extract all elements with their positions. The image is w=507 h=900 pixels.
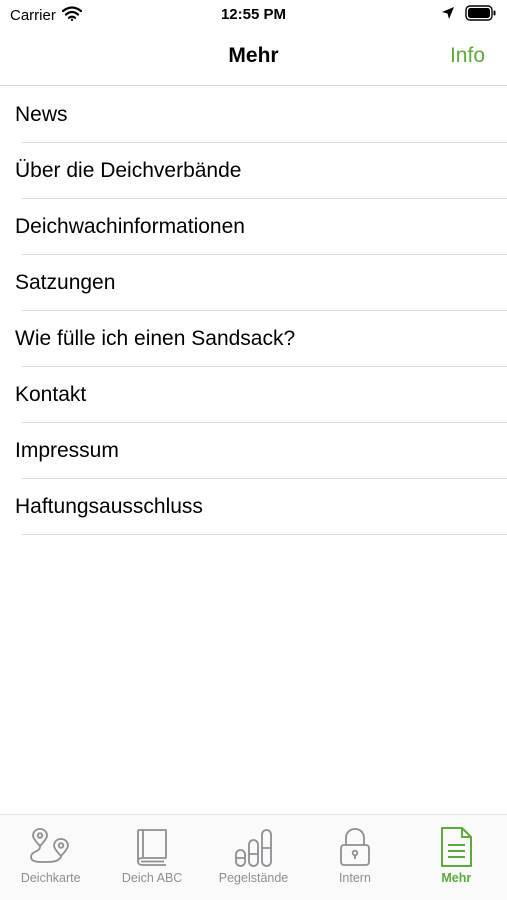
info-button[interactable]: Info <box>450 44 485 68</box>
tab-deich-abc[interactable]: Deich ABC <box>101 815 202 900</box>
menu-item-about[interactable]: Über die Deichverbände <box>0 143 507 199</box>
tab-label: Mehr <box>441 871 472 885</box>
tab-pegelstaende[interactable]: Pegelstände <box>203 815 304 900</box>
tab-bar: Deichkarte Deich ABC Pegelstände Intern … <box>0 814 507 900</box>
menu-item-statutes[interactable]: Satzungen <box>0 255 507 311</box>
status-right <box>441 5 497 26</box>
map-route-icon <box>27 825 75 869</box>
location-arrow-icon <box>441 6 455 25</box>
tab-label: Pegelstände <box>218 871 289 885</box>
book-icon <box>128 825 176 869</box>
menu-item-label: Impressum <box>15 439 119 462</box>
divider <box>22 534 507 535</box>
tab-label: Deichkarte <box>20 871 81 885</box>
menu-item-label: News <box>15 103 68 126</box>
status-bar: Carrier 12:55 PM <box>0 0 507 30</box>
menu-item-label: Haftungsausschluss <box>15 495 203 518</box>
menu-item-imprint[interactable]: Impressum <box>0 423 507 479</box>
tab-intern[interactable]: Intern <box>304 815 405 900</box>
menu-list: News Über die Deichverbände Deichwachinf… <box>0 87 507 535</box>
navigation-bar: Mehr Info <box>0 30 507 86</box>
status-time: 12:55 PM <box>220 6 287 23</box>
tab-label: Intern <box>338 871 371 885</box>
tab-mehr[interactable]: Mehr <box>406 815 507 900</box>
menu-item-label: Kontakt <box>15 383 87 406</box>
lock-icon <box>331 825 379 869</box>
page-title: Mehr <box>228 44 279 67</box>
document-icon <box>432 825 480 869</box>
tab-deichkarte[interactable]: Deichkarte <box>0 815 101 900</box>
menu-item-sandbag[interactable]: Wie fülle ich einen Sandsack? <box>0 311 507 367</box>
menu-item-label: Deichwachinformationen <box>15 215 245 238</box>
menu-item-dike-watch-info[interactable]: Deichwachinformationen <box>0 199 507 255</box>
menu-item-label: Über die Deichverbände <box>15 159 242 182</box>
water-level-icon <box>230 825 278 869</box>
menu-item-news[interactable]: News <box>0 87 507 143</box>
battery-icon <box>465 5 497 26</box>
menu-item-label: Wie fülle ich einen Sandsack? <box>15 327 296 350</box>
menu-item-disclaimer[interactable]: Haftungsausschluss <box>0 479 507 535</box>
menu-item-contact[interactable]: Kontakt <box>0 367 507 423</box>
menu-item-label: Satzungen <box>15 271 116 294</box>
tab-label: Deich ABC <box>121 871 183 885</box>
